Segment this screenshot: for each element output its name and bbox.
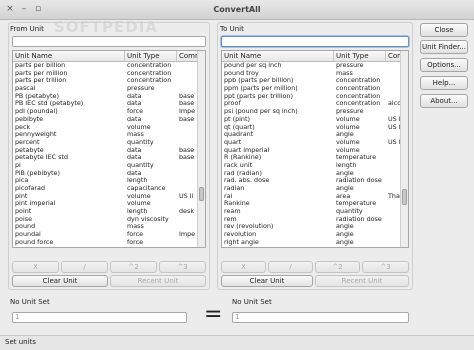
to-value-input[interactable]: 1 bbox=[232, 312, 409, 323]
from-value-label: No Unit Set bbox=[10, 298, 50, 306]
to-unit-group bbox=[217, 22, 413, 290]
title-bar: × – ▫ ConvertAll bbox=[0, 0, 474, 20]
from-value-input[interactable]: 1 bbox=[12, 312, 187, 323]
status-text: Set units bbox=[5, 338, 36, 346]
status-bar: Set units bbox=[0, 335, 474, 350]
window-title: ConvertAll bbox=[213, 5, 261, 14]
to-value-label: No Unit Set bbox=[232, 298, 272, 306]
unit-finder-button[interactable]: Unit Finder... bbox=[420, 40, 468, 54]
equals-sign: = bbox=[204, 302, 223, 327]
close-button[interactable]: Close bbox=[420, 23, 468, 37]
help-button[interactable]: Help... bbox=[420, 76, 468, 90]
about-button[interactable]: About... bbox=[420, 94, 468, 108]
options-button[interactable]: Options... bbox=[420, 58, 468, 72]
from-unit-group bbox=[8, 22, 210, 290]
